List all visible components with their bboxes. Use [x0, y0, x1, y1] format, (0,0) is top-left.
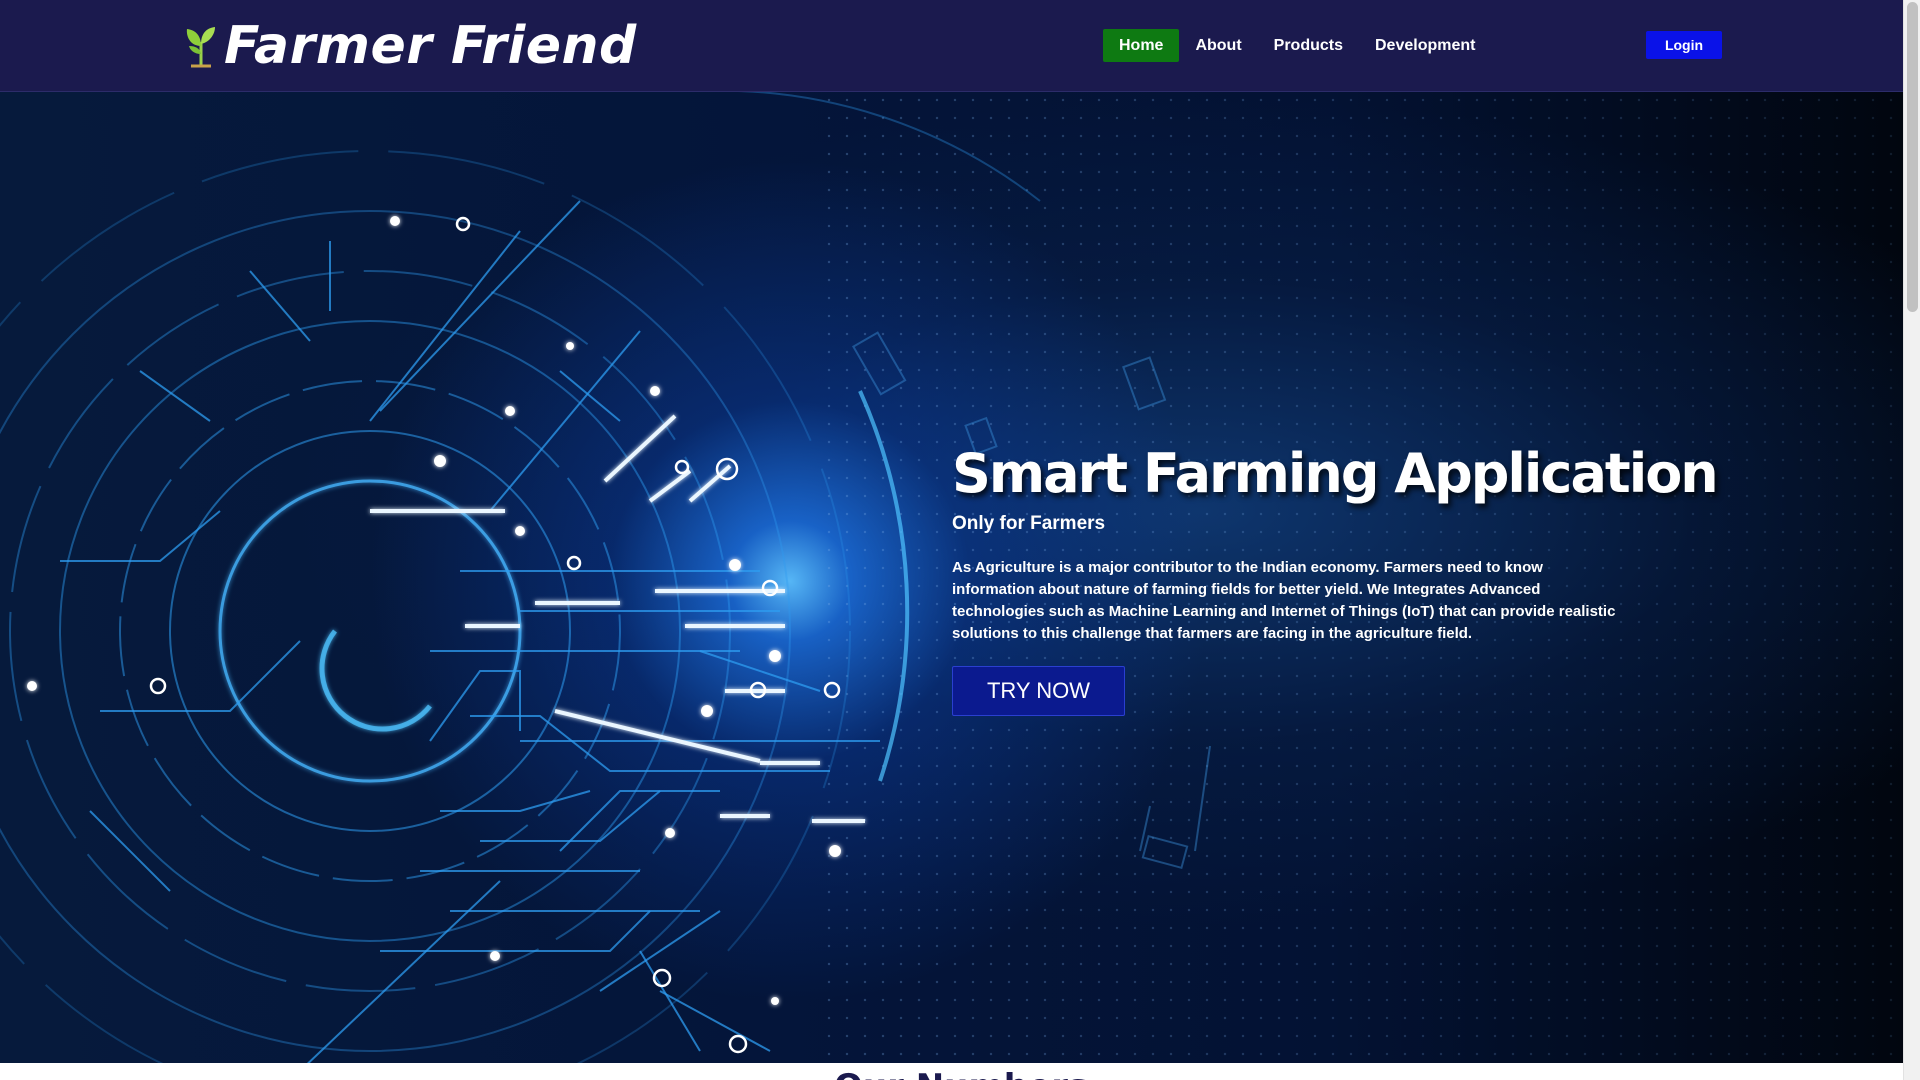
- login-button[interactable]: Login: [1646, 31, 1722, 59]
- leaf-sprout-icon: [186, 27, 215, 68]
- main-nav: Home About Products Development: [1103, 29, 1491, 62]
- hero-section: Smart Farming Application Only for Farme…: [0, 91, 1903, 1063]
- scrollbar-thumb[interactable]: [1907, 2, 1918, 312]
- nav-products[interactable]: Products: [1258, 29, 1359, 62]
- page-scrollbar[interactable]: [1903, 0, 1920, 1080]
- hero-subtitle: Only for Farmers: [952, 513, 1106, 534]
- numbers-heading: Our Numbers: [834, 1067, 1088, 1080]
- nav-home[interactable]: Home: [1103, 29, 1180, 62]
- nav-about[interactable]: About: [1179, 29, 1257, 62]
- hero-title: Smart Farming Application: [952, 442, 1719, 505]
- try-now-button[interactable]: TRY NOW: [952, 666, 1125, 716]
- nav-development[interactable]: Development: [1359, 29, 1491, 62]
- numbers-section: Our Numbers: [0, 1063, 1903, 1080]
- hero-description: As Agriculture is a major contributor to…: [952, 559, 1616, 642]
- brand[interactable]: Farmer Friend: [184, 18, 637, 74]
- hero-content: Smart Farming Application Only for Farme…: [952, 441, 1719, 716]
- navbar: Farmer Friend Home About Products Develo…: [0, 0, 1903, 92]
- brand-name: Farmer Friend: [224, 16, 637, 76]
